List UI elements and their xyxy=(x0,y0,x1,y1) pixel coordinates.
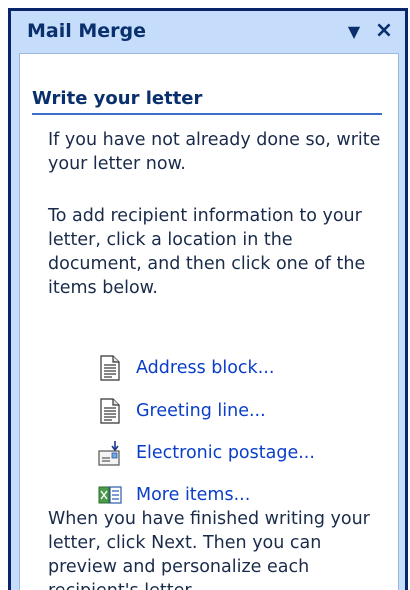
electronic-postage-label: Electronic postage... xyxy=(136,443,315,463)
close-icon[interactable]: × xyxy=(373,19,395,43)
electronic-postage-link[interactable]: Electronic postage... xyxy=(98,439,315,467)
document-icon xyxy=(98,355,122,381)
address-block-label: Address block... xyxy=(136,358,275,378)
address-block-link[interactable]: Address block... xyxy=(98,354,274,382)
more-items-link[interactable]: More items... xyxy=(98,481,250,509)
dropdown-arrow-icon[interactable]: ▼ xyxy=(343,21,365,43)
task-pane-title: Mail Merge xyxy=(27,20,147,42)
instruction-text-1: If you have not already done so, write y… xyxy=(48,130,381,174)
section-heading: Write your letter xyxy=(32,88,382,115)
greeting-line-link[interactable]: Greeting line... xyxy=(98,397,266,425)
document-icon xyxy=(98,398,122,424)
more-items-label: More items... xyxy=(136,485,251,505)
mail-merge-task-pane: Mail Merge ▼ × Write your letter If you … xyxy=(8,8,408,590)
postage-icon xyxy=(98,440,122,466)
task-pane-titlebar: Mail Merge ▼ × xyxy=(11,11,405,53)
greeting-line-label: Greeting line... xyxy=(136,401,266,421)
instruction-text-2: To add recipient information to your let… xyxy=(48,206,366,298)
task-pane-content: Write your letter If you have not alread… xyxy=(19,53,399,590)
more-items-icon xyxy=(98,482,122,508)
instruction-text-3: When you have finished writing your lett… xyxy=(48,509,370,590)
